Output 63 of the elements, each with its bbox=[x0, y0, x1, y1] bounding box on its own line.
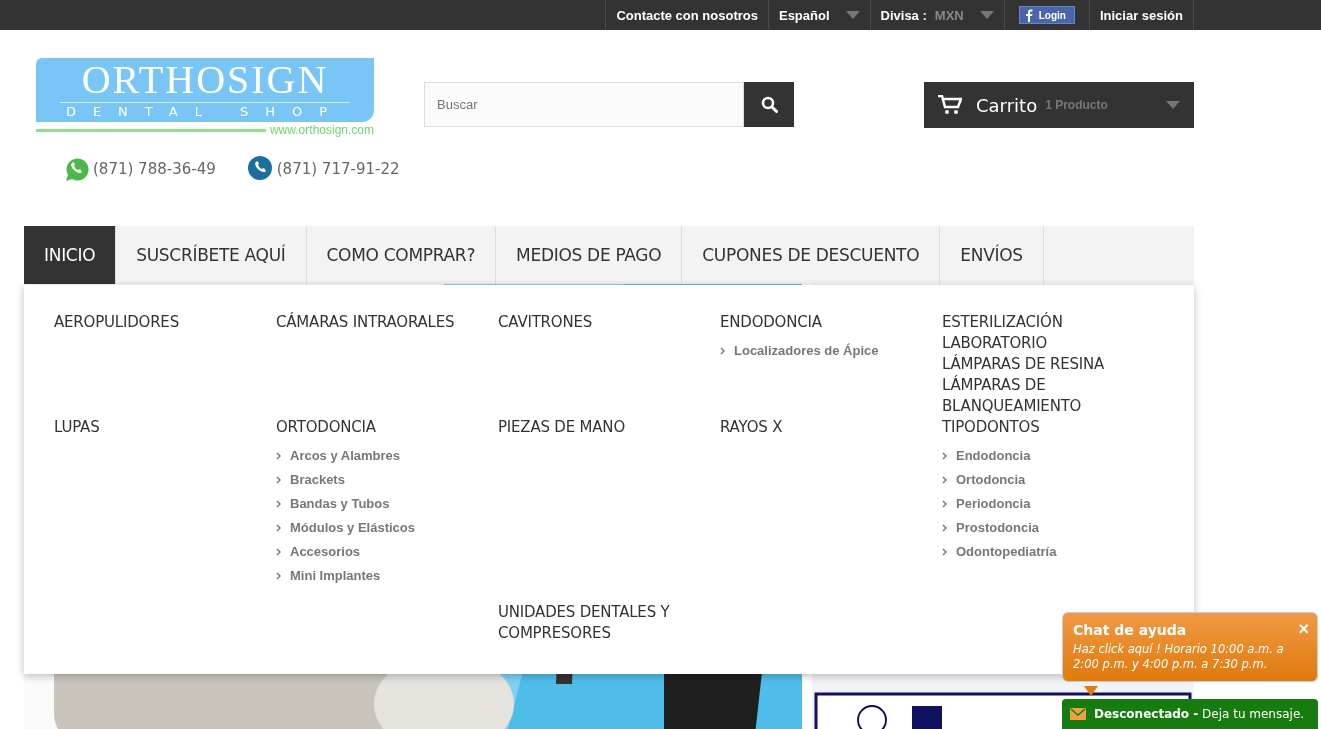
category-link[interactable]: ENDODONCIA bbox=[720, 312, 822, 333]
search-field[interactable]: Buscar bbox=[424, 82, 744, 127]
category-link[interactable]: RAYOS X bbox=[720, 417, 783, 438]
nav-tab[interactable]: INICIO bbox=[24, 226, 117, 284]
cart-icon bbox=[938, 95, 962, 115]
subcategory-link[interactable]: Arcos y Alambres bbox=[290, 448, 401, 463]
subcategory-link[interactable]: Odontopediatría bbox=[956, 544, 1057, 559]
category-link[interactable]: UNIDADES DENTALES Y COMPRESORES bbox=[498, 602, 720, 644]
category-link[interactable]: ORTODONCIA bbox=[276, 417, 376, 438]
category-link[interactable]: LÁMPARAS DE RESINA bbox=[942, 354, 1105, 375]
search-button[interactable] bbox=[744, 82, 794, 127]
chevron-icon bbox=[276, 571, 281, 580]
caret-icon bbox=[979, 11, 994, 19]
category-link[interactable]: TIPODONTOS bbox=[942, 417, 1040, 438]
bubble-tail-icon bbox=[1084, 686, 1098, 696]
phone-number: (871) 788-36-49 bbox=[93, 160, 216, 178]
subcategory-link[interactable]: Brackets bbox=[290, 472, 345, 487]
chat-status-bar[interactable]: Desconectado - Deja tu mensaje. bbox=[1062, 699, 1318, 729]
chevron-icon bbox=[720, 346, 725, 355]
chevron-icon bbox=[942, 451, 947, 460]
subcategory-link[interactable]: Prostodoncia bbox=[956, 520, 1040, 535]
chevron-icon bbox=[276, 451, 281, 460]
subcategory-link[interactable]: Mini Implantes bbox=[290, 568, 381, 583]
chevron-icon bbox=[942, 547, 947, 556]
currency-selector[interactable]: MXN bbox=[934, 7, 964, 23]
sign-in-link[interactable]: Iniciar sesión bbox=[1088, 0, 1194, 30]
category-link[interactable]: LÁMPARAS DE BLANQUEAMIENTO bbox=[942, 375, 1164, 417]
subcategory-link[interactable]: Accesorios bbox=[290, 544, 361, 559]
contact-link[interactable]: Contacte con nosotros bbox=[605, 0, 768, 30]
facebook-login-button[interactable]: Login bbox=[1018, 6, 1075, 24]
category-link[interactable]: LUPAS bbox=[54, 417, 100, 438]
subcategory-link[interactable]: Bandas y Tubos bbox=[290, 496, 390, 511]
currency-label: Divisa : bbox=[880, 7, 927, 23]
chevron-icon bbox=[942, 475, 947, 484]
category-link[interactable]: ESTERILIZACIÓN bbox=[942, 312, 1063, 333]
mail-icon bbox=[1070, 708, 1086, 720]
chat-message: Haz click aquí ! Horario 10:00 a.m. a 2:00 p.m. y 4:00 p.m. a 7:30 p.m. bbox=[1073, 642, 1285, 672]
chat-title: Chat de ayuda bbox=[1073, 622, 1187, 638]
category-link[interactable]: AEROPULIDORES bbox=[54, 312, 179, 333]
language-selector[interactable]: Español bbox=[778, 7, 830, 23]
category-link[interactable]: PIEZAS DE MANO bbox=[498, 417, 625, 438]
chevron-icon bbox=[276, 547, 281, 556]
chevron-icon bbox=[276, 475, 281, 484]
subcategory-link[interactable]: Módulos y Elásticos bbox=[290, 520, 415, 535]
subcategory-link[interactable]: Periodoncia bbox=[956, 496, 1031, 511]
chevron-icon bbox=[942, 523, 947, 532]
caret-icon bbox=[1166, 101, 1180, 109]
chevron-icon bbox=[276, 499, 281, 508]
chat-status: Desconectado - Deja tu mensaje. bbox=[1094, 707, 1305, 721]
caret-icon bbox=[845, 11, 860, 19]
subcategory-link[interactable]: Localizadores de Ápice bbox=[734, 343, 879, 358]
search-icon bbox=[760, 96, 778, 113]
category-link[interactable]: CAVITRONES bbox=[498, 312, 593, 333]
category-link[interactable]: LABORATORIO bbox=[942, 333, 1048, 354]
logo-url: www.orthosign.com bbox=[269, 123, 374, 137]
phone-icon bbox=[245, 155, 274, 183]
category-link[interactable]: CÁMARAS INTRAORALES bbox=[276, 312, 455, 333]
cart-button[interactable]: Carrito 1 Producto bbox=[924, 82, 1194, 128]
subcategory-link[interactable]: Ortodoncia bbox=[956, 472, 1026, 487]
chevron-icon bbox=[276, 523, 281, 532]
chevron-icon bbox=[942, 499, 947, 508]
phone-number: (871) 717-91-22 bbox=[276, 160, 400, 178]
subcategory-link[interactable]: Endodoncia bbox=[956, 448, 1031, 463]
